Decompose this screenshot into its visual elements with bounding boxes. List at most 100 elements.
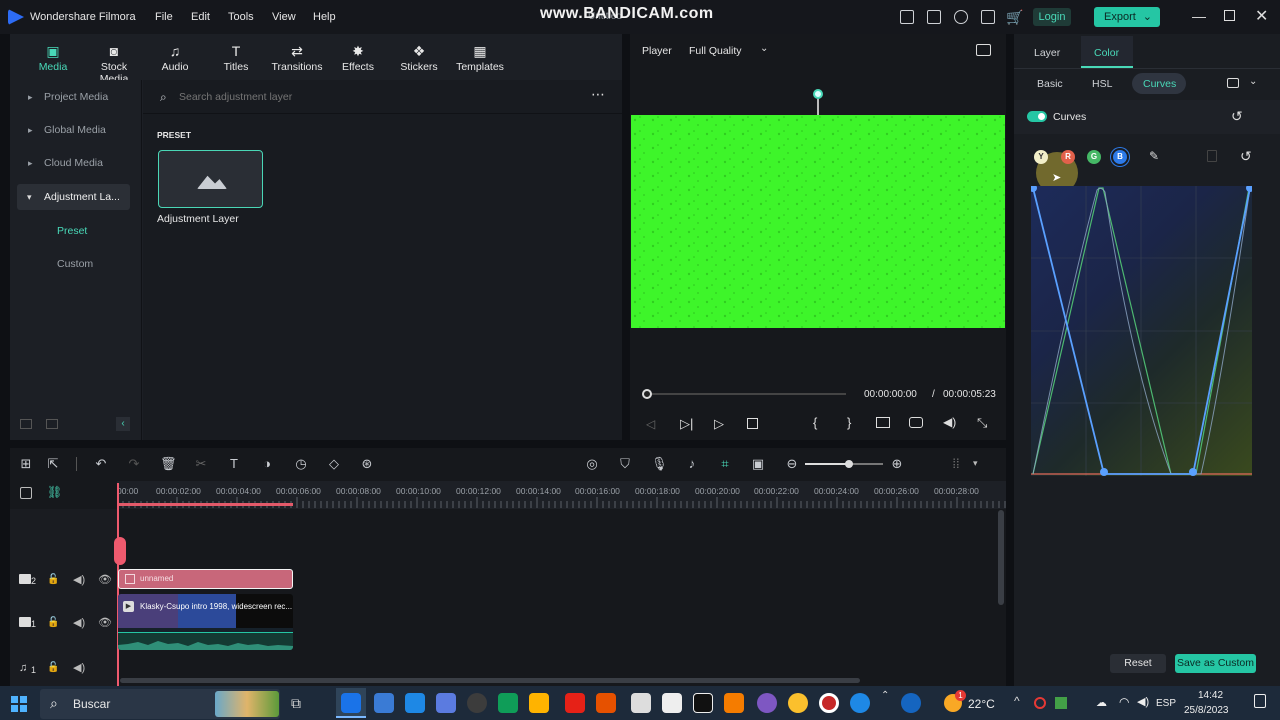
playhead-knob[interactable]	[642, 389, 652, 399]
network-icon[interactable]: ☁	[1096, 696, 1107, 709]
cart-icon[interactable]: 🛒	[1006, 9, 1023, 26]
windows-start-icon[interactable]	[11, 696, 27, 712]
taskbar-search-box[interactable]: ⌕ Buscar	[40, 689, 280, 719]
vertical-scrollbar[interactable]	[998, 510, 1004, 605]
marker-icon[interactable]: ⛉	[618, 457, 632, 471]
tab-effects[interactable]: ✸ Effects	[330, 36, 386, 80]
chevron-up-icon[interactable]: ⌃	[881, 690, 889, 701]
zoom-in-icon[interactable]: ⊕	[890, 457, 904, 471]
save-as-custom-button[interactable]: Save as Custom	[1175, 654, 1256, 673]
collapse-sidebar-button[interactable]: ‹	[116, 417, 130, 431]
channel-y-button[interactable]: Y	[1034, 150, 1048, 164]
fullscreen-icon[interactable]: ⤡	[977, 415, 987, 431]
snapshot-frame-icon[interactable]	[976, 44, 991, 56]
edge-icon[interactable]	[850, 693, 870, 713]
quality-select[interactable]: Full Quality ⌄	[682, 40, 772, 60]
prev-frame-icon[interactable]: ◁	[646, 417, 655, 431]
monitor-icon[interactable]	[900, 10, 914, 24]
subtab-hsl[interactable]: HSL	[1092, 78, 1112, 90]
eye-icon[interactable]: 👁	[98, 573, 112, 586]
reset-curve-icon[interactable]: ↺	[1231, 108, 1243, 125]
clock-date[interactable]: 25/8/2023	[1184, 705, 1229, 716]
sidebar-item-preset[interactable]: Preset	[57, 225, 87, 237]
sidebar-item-global-media[interactable]: Global Media	[44, 124, 106, 136]
preview-canvas[interactable]	[631, 115, 1005, 328]
task-view-icon[interactable]: ⧉	[291, 695, 301, 712]
app-taskbar-icon[interactable]	[901, 693, 921, 713]
speed-icon[interactable]: ⊛	[360, 457, 374, 471]
playhead-marker[interactable]	[114, 537, 126, 565]
text-tool-icon[interactable]: T	[227, 457, 241, 471]
mute-icon[interactable]: ◀)	[73, 661, 85, 674]
tab-layer[interactable]: Layer	[1034, 47, 1060, 59]
app-taskbar-icon[interactable]	[596, 693, 616, 713]
capcut-icon[interactable]	[693, 693, 713, 713]
link-icon[interactable]: ⛓	[47, 485, 62, 499]
adjustment-clip[interactable]: unnamed	[118, 569, 293, 589]
pip-icon[interactable]: ▣	[751, 457, 765, 471]
stop-icon[interactable]	[747, 418, 758, 429]
delete-icon[interactable]: 🗑	[160, 457, 177, 471]
eyedropper-icon[interactable]: ✎	[1149, 149, 1159, 163]
chevron-down-icon[interactable]: ▾	[973, 458, 978, 469]
more-options-icon[interactable]: ⋯	[591, 86, 605, 103]
grid-icon[interactable]	[981, 10, 995, 24]
lock-icon[interactable]: 🔓	[47, 574, 59, 585]
snap-icon[interactable]: ⌗	[718, 457, 732, 471]
curves-toggle[interactable]	[1027, 111, 1047, 122]
app-taskbar-icon[interactable]	[631, 693, 651, 713]
camera-icon[interactable]	[909, 417, 923, 428]
add-track-icon[interactable]	[20, 487, 32, 499]
wifi-icon[interactable]: ◠	[1119, 695, 1129, 709]
lock-icon[interactable]: 🔓	[47, 617, 59, 628]
bandicam-record-icon[interactable]	[819, 693, 839, 713]
mute-icon[interactable]: ◀)	[73, 616, 85, 629]
channel-b-button[interactable]: B	[1113, 150, 1127, 164]
sidebar-item-adjustment-layer[interactable]: ▾ Adjustment La...	[17, 184, 130, 210]
reset-channel-icon[interactable]: ↺	[1240, 148, 1252, 165]
app-taskbar-icon[interactable]	[467, 693, 487, 713]
app-taskbar-icon[interactable]	[724, 693, 744, 713]
close-icon[interactable]: ✕	[1255, 6, 1268, 26]
step-forward-icon[interactable]: ▷|	[680, 416, 693, 432]
app-taskbar-icon[interactable]	[788, 693, 808, 713]
tab-transitions[interactable]: ⇄ Transitions	[269, 36, 325, 80]
menu-edit[interactable]: Edit	[191, 11, 210, 23]
app-taskbar-icon[interactable]	[757, 693, 777, 713]
subtab-curves[interactable]: Curves	[1132, 73, 1186, 94]
delete-point-icon[interactable]	[1207, 150, 1217, 162]
sidebar-item-custom[interactable]: Custom	[57, 258, 93, 270]
chevron-down-icon[interactable]: ⌄	[1249, 76, 1257, 87]
curve-point[interactable]	[1246, 186, 1252, 192]
record-tray-icon[interactable]	[1034, 697, 1046, 709]
app-taskbar-icon[interactable]	[405, 693, 425, 713]
folder-icon[interactable]	[46, 419, 58, 429]
curve-point[interactable]	[1100, 468, 1108, 476]
adjustment-layer-thumbnail[interactable]	[158, 150, 263, 208]
render-icon[interactable]: ◎	[585, 457, 599, 471]
tab-stock-media[interactable]: ◙ Stock Media	[86, 36, 142, 85]
curve-point[interactable]	[1031, 186, 1037, 192]
chevron-up-icon[interactable]: ^	[1014, 694, 1020, 708]
menu-view[interactable]: View	[272, 11, 296, 23]
mute-icon[interactable]: ◀)	[73, 573, 85, 586]
progress-track[interactable]	[646, 393, 846, 395]
app-taskbar-icon[interactable]	[498, 693, 518, 713]
video-clip[interactable]: ▶ Klasky-Csupo intro 1998, widescreen re…	[118, 594, 293, 650]
login-button[interactable]: Login	[1033, 8, 1071, 26]
timer-icon[interactable]: ◷	[294, 457, 308, 471]
zoom-out-icon[interactable]: ⊖	[785, 457, 799, 471]
volume-icon[interactable]: ◀)	[943, 415, 956, 429]
microphone-icon[interactable]: 🎙	[651, 457, 668, 471]
cut-icon[interactable]: ✂	[194, 457, 208, 471]
select-tool-icon[interactable]: ⇱	[46, 457, 60, 471]
menu-help[interactable]: Help	[313, 11, 336, 23]
app-taskbar-icon[interactable]	[529, 693, 549, 713]
sidebar-item-cloud-media[interactable]: Cloud Media	[44, 157, 103, 169]
audio-mix-icon[interactable]: ♪	[685, 457, 699, 471]
compare-icon[interactable]	[1227, 78, 1239, 88]
keyframe-icon[interactable]: ◇	[327, 457, 341, 471]
curve-point[interactable]	[1189, 468, 1197, 476]
minimize-icon[interactable]: —	[1192, 8, 1206, 24]
zoom-slider-knob[interactable]	[845, 460, 853, 468]
